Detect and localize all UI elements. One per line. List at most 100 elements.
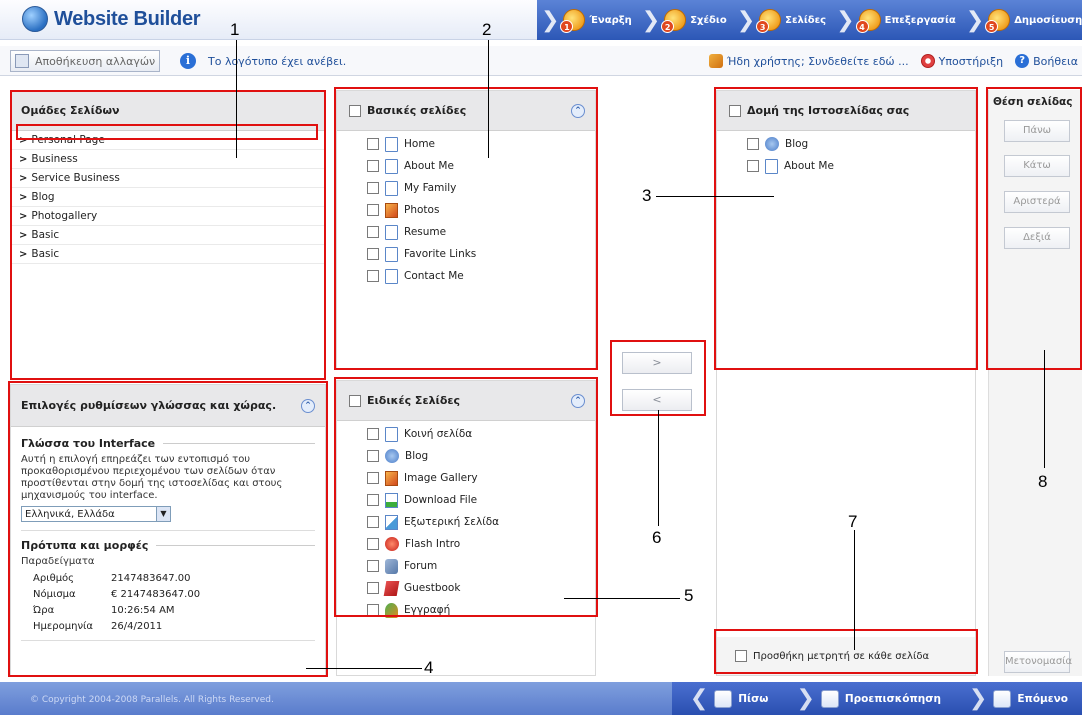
- group-item-personal-page[interactable]: > Personal Page: [11, 131, 325, 150]
- page-item-my-family[interactable]: My Family: [337, 177, 595, 199]
- page-item-flash-intro[interactable]: Flash Intro: [337, 533, 595, 555]
- page-checkbox[interactable]: [367, 204, 379, 216]
- page-checkbox[interactable]: [367, 138, 379, 150]
- photo-icon: [385, 470, 398, 486]
- format-value: 2147483647.00: [111, 572, 191, 584]
- language-panel-header: Επιλογές ρυθμίσεων γλώσσας και χώρας. ⌃: [11, 385, 325, 427]
- section-heading: Γλώσσα του Interface: [21, 437, 325, 450]
- remove-page-button[interactable]: <: [622, 389, 692, 411]
- collapse-icon[interactable]: ⌃: [571, 104, 585, 118]
- collapse-icon[interactable]: ⌃: [301, 399, 315, 413]
- page-checkbox[interactable]: [367, 604, 379, 616]
- move-down-button[interactable]: Κάτω: [1004, 155, 1070, 177]
- structure-item-blog[interactable]: Blog: [717, 133, 975, 155]
- page-checkbox[interactable]: [367, 472, 379, 484]
- panel-title: Δομή της Ιστοσελίδας σας: [747, 104, 910, 117]
- page-checkbox[interactable]: [367, 450, 379, 462]
- page-item-resume[interactable]: Resume: [337, 221, 595, 243]
- toolbar: Αποθήκευση αλλαγών i Το λογότυπο έχει αν…: [0, 46, 1082, 76]
- divider: [156, 545, 315, 546]
- page-checkbox[interactable]: [747, 160, 759, 172]
- page-item-contact-me[interactable]: Contact Me: [337, 265, 595, 287]
- page-item-about-me[interactable]: About Me: [337, 155, 595, 177]
- step-pages[interactable]: ❯ 3 Σελίδες: [733, 0, 832, 40]
- annotation-leader: [236, 40, 237, 158]
- move-up-button[interactable]: Πάνω: [1004, 120, 1070, 142]
- interface-heading: Γλώσσα του Interface: [21, 437, 156, 450]
- page-item-forum[interactable]: Forum: [337, 555, 595, 577]
- page-item-favorite-links[interactable]: Favorite Links: [337, 243, 595, 265]
- back-icon: [714, 689, 733, 708]
- page-item-guestbook[interactable]: Guestbook: [337, 577, 595, 599]
- rename-button[interactable]: Μετονομασία: [1004, 651, 1072, 673]
- page-checkbox[interactable]: [367, 494, 379, 506]
- structure-item-about-me[interactable]: About Me: [717, 155, 975, 177]
- page-checkbox[interactable]: [367, 582, 379, 594]
- step-label: Επεξεργασία: [884, 14, 956, 26]
- page-label: Εγγραφή: [404, 604, 451, 616]
- group-item-basic[interactable]: > Basic: [11, 226, 325, 245]
- page-item-image-gallery[interactable]: Image Gallery: [337, 467, 595, 489]
- page-icon: [385, 246, 398, 262]
- page-checkbox[interactable]: [367, 160, 379, 172]
- select-all-checkbox[interactable]: [729, 105, 741, 117]
- select-all-checkbox[interactable]: [349, 105, 361, 117]
- divider: [21, 640, 315, 641]
- step-design[interactable]: ❯ 2 Σχέδιο: [638, 0, 733, 40]
- page-item-home[interactable]: Home: [337, 133, 595, 155]
- page-item-download-file[interactable]: Download File: [337, 489, 595, 511]
- format-key: Αριθμός: [33, 572, 75, 584]
- language-select[interactable]: Ελληνικά, Ελλάδα ▼: [21, 506, 171, 522]
- top-header: Website Builder ❯ 1 Έναρξη ❯ 2 Σχέδιο ❯ …: [0, 0, 1082, 40]
- page-checkbox[interactable]: [367, 182, 379, 194]
- group-item-business[interactable]: > Business: [11, 150, 325, 169]
- counter-option[interactable]: Προσθήκη μετρητή σε κάθε σελίδα: [717, 637, 975, 675]
- page-item-blog[interactable]: Blog: [337, 445, 595, 467]
- page-checkbox[interactable]: [367, 428, 379, 440]
- add-page-button[interactable]: >: [622, 352, 692, 374]
- language-panel: Επιλογές ρυθμίσεων γλώσσας και χώρας. ⌃ …: [10, 384, 326, 676]
- step-publish[interactable]: ❯ 5 Δημοσίευση: [962, 0, 1082, 40]
- preview-button[interactable]: ❯ Προεπισκόπηση: [782, 686, 954, 711]
- step-label: Δημοσίευση: [1014, 14, 1082, 26]
- external-page-icon: [385, 514, 398, 530]
- save-label: Αποθήκευση αλλαγών: [35, 54, 156, 68]
- page-item-common-page[interactable]: Κοινή σελίδα: [337, 423, 595, 445]
- wizard-steps: ❯ 1 Έναρξη ❯ 2 Σχέδιο ❯ 3 Σελίδες ❯ 4 Επ…: [537, 0, 1082, 40]
- special-pages-header: Ειδικές Σελίδες ⌃: [337, 381, 595, 421]
- page-checkbox[interactable]: [367, 538, 379, 550]
- language-panel-body: Γλώσσα του Interface Αυτή η επιλογή επηρ…: [11, 427, 325, 675]
- group-item-photogallery[interactable]: > Photogallery: [11, 207, 325, 226]
- group-item-blog[interactable]: > Blog: [11, 188, 325, 207]
- save-changes-button[interactable]: Αποθήκευση αλλαγών: [10, 50, 160, 72]
- page-item-register[interactable]: Εγγραφή: [337, 599, 595, 621]
- page-label: About Me: [784, 160, 834, 172]
- page-item-photos[interactable]: Photos: [337, 199, 595, 221]
- page-item-external-page[interactable]: Εξωτερική Σελίδα: [337, 511, 595, 533]
- panel-title: Βασικές σελίδες: [367, 104, 467, 117]
- login-link[interactable]: Ήδη χρήστης; Συνδεθείτε εδώ ...: [708, 54, 909, 68]
- page-checkbox[interactable]: [367, 270, 379, 282]
- counter-checkbox[interactable]: [735, 650, 747, 662]
- collapse-icon[interactable]: ⌃: [571, 394, 585, 408]
- move-left-button[interactable]: Αριστερά: [1004, 191, 1070, 213]
- group-item-service-business[interactable]: > Service Business: [11, 169, 325, 188]
- page-checkbox[interactable]: [367, 248, 379, 260]
- format-row: Νόμισμα € 2147483647.00: [33, 586, 325, 602]
- support-link[interactable]: Υποστήριξη: [920, 54, 1003, 68]
- group-item-basic-2[interactable]: > Basic: [11, 245, 325, 264]
- next-button[interactable]: ❯ Επόμενο: [955, 686, 1082, 711]
- step-edit[interactable]: ❯ 4 Επεξεργασία: [832, 0, 962, 40]
- back-button[interactable]: ❮ Πίσω: [676, 686, 783, 711]
- select-all-checkbox[interactable]: [349, 395, 361, 407]
- step-start[interactable]: ❯ 1 Έναρξη: [537, 0, 638, 40]
- move-right-button[interactable]: Δεξιά: [1004, 227, 1070, 249]
- page-checkbox[interactable]: [367, 560, 379, 572]
- group-label: Photogallery: [31, 210, 98, 222]
- page-checkbox[interactable]: [747, 138, 759, 150]
- page-label: Image Gallery: [404, 472, 478, 484]
- page-checkbox[interactable]: [367, 226, 379, 238]
- page-checkbox[interactable]: [367, 516, 379, 528]
- help-link[interactable]: ? Βοήθεια: [1015, 54, 1078, 68]
- login-link-label: Ήδη χρήστης; Συνδεθείτε εδώ ...: [726, 54, 909, 68]
